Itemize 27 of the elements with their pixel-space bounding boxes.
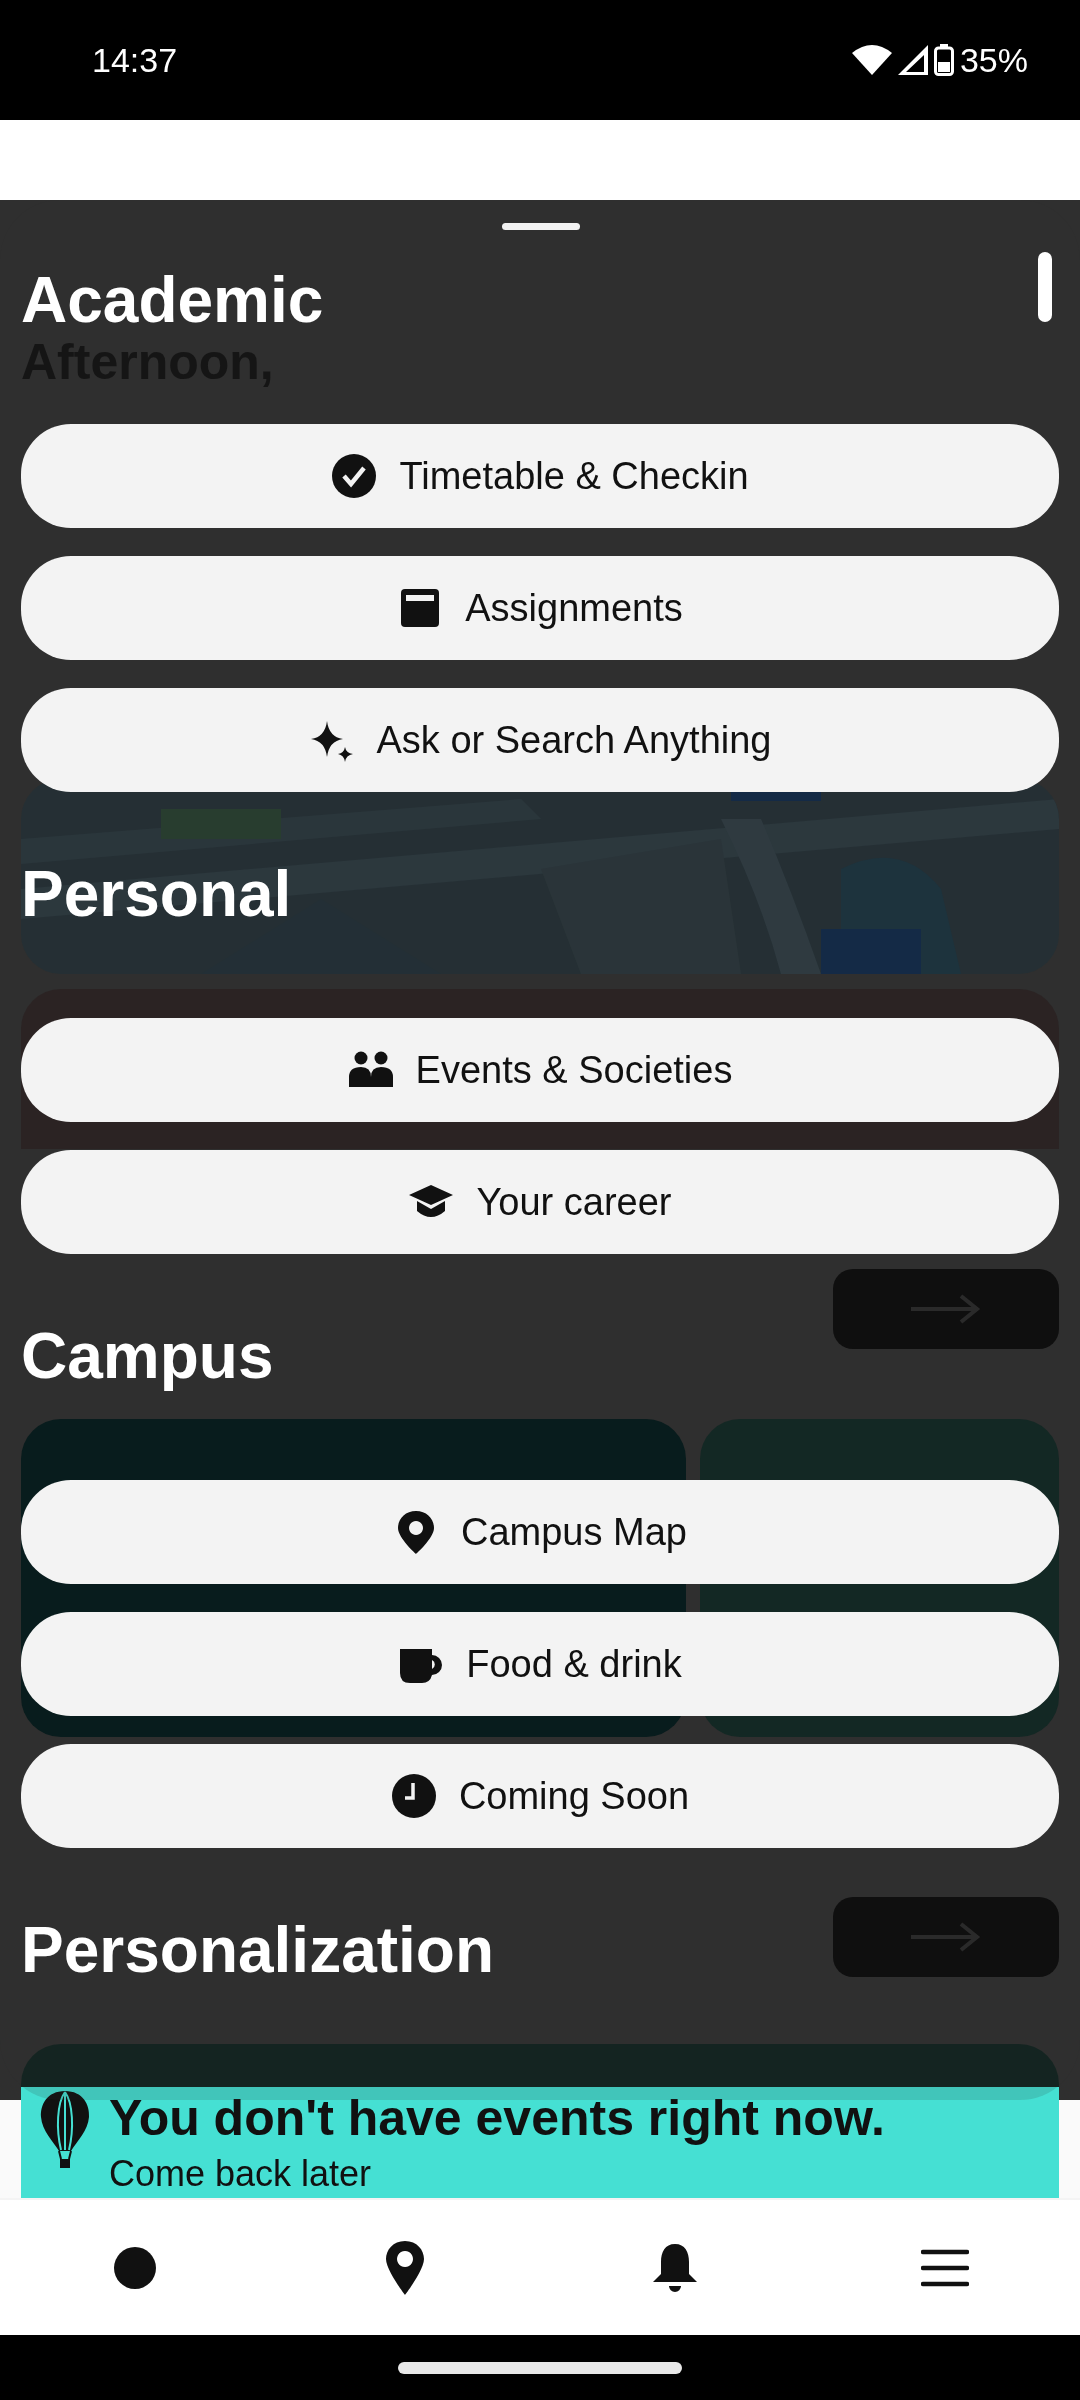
drag-handle[interactable] (502, 223, 580, 230)
signal-icon (897, 45, 928, 75)
menu-button[interactable]: Food & drink (21, 1612, 1059, 1716)
arrow-right-icon (911, 1294, 981, 1324)
menu-button[interactable]: Assignments (21, 556, 1059, 660)
section-title: Academic (21, 263, 324, 338)
battery-percent: 35% (959, 40, 1028, 80)
arrow-right-icon (911, 1922, 981, 1952)
empty-state-title: You don't have events right now. (109, 2089, 885, 2147)
menu-button[interactable]: Timetable & Checkin (21, 424, 1059, 528)
scrollbar (1038, 252, 1052, 322)
section-title: Personalization (21, 1913, 494, 1988)
clock-icon (390, 1773, 437, 1819)
wifi-icon (851, 45, 892, 75)
home-indicator[interactable] (398, 2361, 682, 2374)
menu-button[interactable]: Events & Societies (21, 1018, 1059, 1122)
status-time: 14:37 (92, 40, 178, 80)
menu-button[interactable]: Coming Soon (21, 1744, 1059, 1848)
section-title: Personal (21, 857, 292, 932)
menu-button[interactable]: Campus Map (21, 1480, 1059, 1584)
menu-button[interactable]: Ask or Search Anything (21, 688, 1059, 792)
hot-air-balloon-icon (39, 2089, 91, 2169)
menu-button[interactable]: Your career (21, 1150, 1059, 1254)
battery-icon (933, 44, 954, 76)
section-title: Campus (21, 1319, 274, 1394)
empty-state-subtitle: Come back later (109, 2153, 373, 2195)
check-circle-icon (331, 453, 378, 499)
